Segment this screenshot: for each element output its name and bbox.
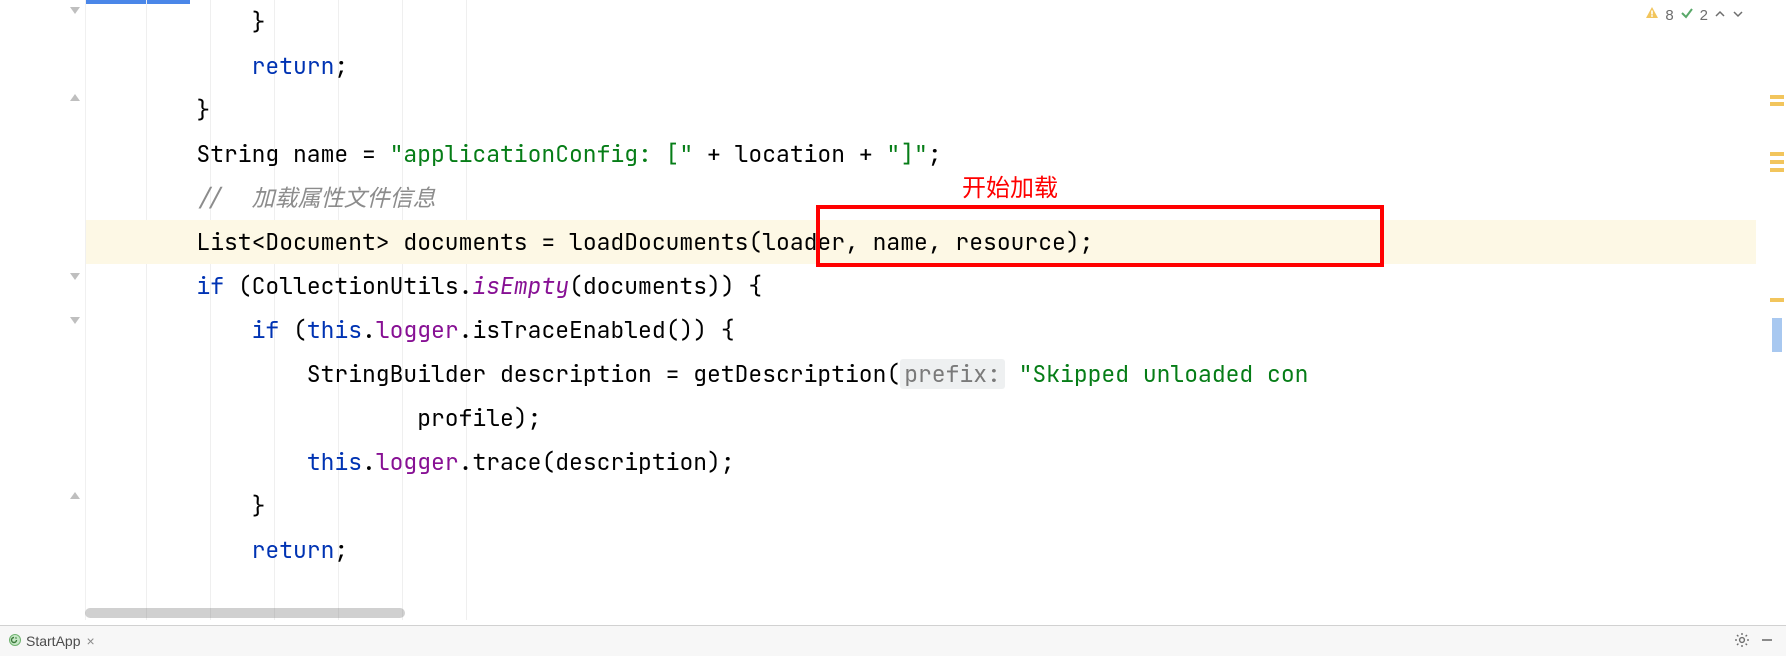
- warning-marker[interactable]: [1770, 102, 1784, 106]
- chevron-down-icon[interactable]: [1732, 7, 1744, 24]
- warning-icon: [1645, 6, 1659, 24]
- fold-toggle-icon[interactable]: [67, 312, 83, 328]
- annotation-box: [816, 205, 1384, 267]
- minimize-icon[interactable]: [1760, 633, 1774, 650]
- fold-toggle-icon[interactable]: [67, 90, 83, 106]
- warning-marker[interactable]: [1770, 95, 1784, 99]
- code-editor[interactable]: } return; } String name = "applicationCo…: [86, 0, 1756, 620]
- code-line[interactable]: this.logger.trace(description);: [86, 440, 1756, 484]
- code-line[interactable]: return;: [86, 528, 1756, 572]
- ok-count: 2: [1700, 7, 1708, 24]
- annotation-label: 开始加载: [962, 168, 1058, 203]
- code-line[interactable]: if (this.logger.isTraceEnabled()) {: [86, 308, 1756, 352]
- warning-count: 8: [1665, 7, 1673, 24]
- warning-marker[interactable]: [1770, 152, 1784, 156]
- parameter-hint: prefix:: [900, 359, 1005, 389]
- code-line[interactable]: }: [86, 484, 1756, 528]
- warning-marker[interactable]: [1770, 160, 1784, 164]
- fold-toggle-icon[interactable]: [67, 488, 83, 504]
- editor-root: } return; } String name = "applicationCo…: [0, 0, 1786, 656]
- inspections-widget[interactable]: 8 2: [1645, 6, 1744, 24]
- tool-window-tabs: StartApp ×: [0, 625, 1786, 656]
- fold-toggle-icon[interactable]: [67, 2, 83, 18]
- run-tab-startapp[interactable]: StartApp ×: [0, 626, 103, 656]
- check-icon: [1680, 6, 1694, 24]
- info-marker[interactable]: [1772, 318, 1782, 352]
- run-config-icon: [8, 633, 22, 650]
- code-line[interactable]: String name = "applicationConfig: [" + l…: [86, 132, 1756, 176]
- code-line[interactable]: StringBuilder description = getDescripti…: [86, 352, 1756, 396]
- code-line[interactable]: }: [86, 0, 1756, 44]
- chevron-up-icon[interactable]: [1714, 7, 1726, 24]
- code-line[interactable]: profile);: [86, 396, 1756, 440]
- warning-marker[interactable]: [1770, 168, 1784, 172]
- fold-toggle-icon[interactable]: [67, 268, 83, 284]
- scrollbar-thumb[interactable]: [85, 608, 405, 618]
- code-line[interactable]: }: [86, 88, 1756, 132]
- horizontal-scrollbar[interactable]: [85, 606, 1786, 620]
- run-tab-label: StartApp: [26, 633, 80, 649]
- editor-gutter[interactable]: [0, 0, 86, 620]
- code-line[interactable]: if (CollectionUtils.isEmpty(documents)) …: [86, 264, 1756, 308]
- warning-marker[interactable]: [1770, 298, 1784, 302]
- close-icon[interactable]: ×: [86, 633, 94, 649]
- code-line[interactable]: return;: [86, 44, 1756, 88]
- error-stripe[interactable]: [1764, 0, 1786, 620]
- gear-icon[interactable]: [1734, 632, 1750, 651]
